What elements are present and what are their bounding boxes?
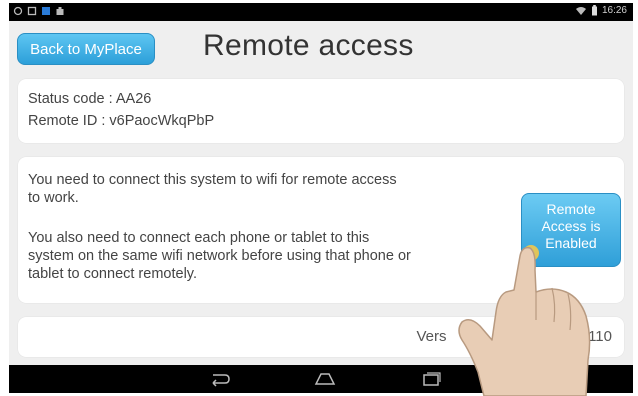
version-text: Vers er : 11.110 bbox=[416, 328, 612, 345]
notice-line: to work. bbox=[28, 190, 79, 206]
status-code: Status code : AA26 bbox=[28, 91, 152, 107]
notification-icons bbox=[13, 6, 65, 16]
back-to-myplace-button[interactable]: Back to MyPlace bbox=[17, 33, 155, 65]
back-nav-icon[interactable] bbox=[207, 371, 231, 387]
recents-nav-icon[interactable] bbox=[419, 371, 443, 387]
notice-line: system on the same wifi network before u… bbox=[28, 248, 411, 264]
status-bar: 16:26 bbox=[9, 3, 633, 21]
button-label-line: Access is bbox=[541, 218, 601, 234]
tablet-screen: 16:26 Back to MyPlace Remote access Stat… bbox=[9, 3, 633, 393]
info-card: Status code : AA26 Remote ID : v6PaocWkq… bbox=[18, 79, 624, 143]
version-prefix: Vers bbox=[416, 328, 447, 345]
notification-icon bbox=[56, 7, 64, 15]
remote-access-enabled-button[interactable]: Remote Access is Enabled bbox=[521, 193, 621, 267]
navigation-bar bbox=[9, 365, 633, 393]
page-title: Remote access bbox=[203, 29, 414, 62]
wifi-icon bbox=[575, 6, 586, 15]
home-nav-icon[interactable] bbox=[313, 371, 337, 387]
notification-icon bbox=[27, 6, 37, 16]
version-suffix: er : 11.110 bbox=[542, 328, 613, 345]
notice-line: You need to connect this system to wifi … bbox=[28, 172, 397, 188]
notification-icon bbox=[13, 6, 23, 16]
version-card: Vers er : 11.110 bbox=[18, 317, 624, 357]
notification-icon bbox=[42, 7, 50, 15]
button-label-line: Remote bbox=[546, 201, 596, 217]
remote-id: Remote ID : v6PaocWkqPbP bbox=[28, 113, 215, 129]
notice-line: You also need to connect each phone or t… bbox=[28, 230, 370, 246]
status-icons: 16:26 bbox=[575, 5, 627, 16]
notice-line: tablet to connect remotely. bbox=[28, 266, 197, 282]
clock: 16:26 bbox=[601, 5, 627, 16]
button-label-line: Enabled bbox=[545, 235, 597, 251]
battery-icon bbox=[591, 5, 597, 16]
